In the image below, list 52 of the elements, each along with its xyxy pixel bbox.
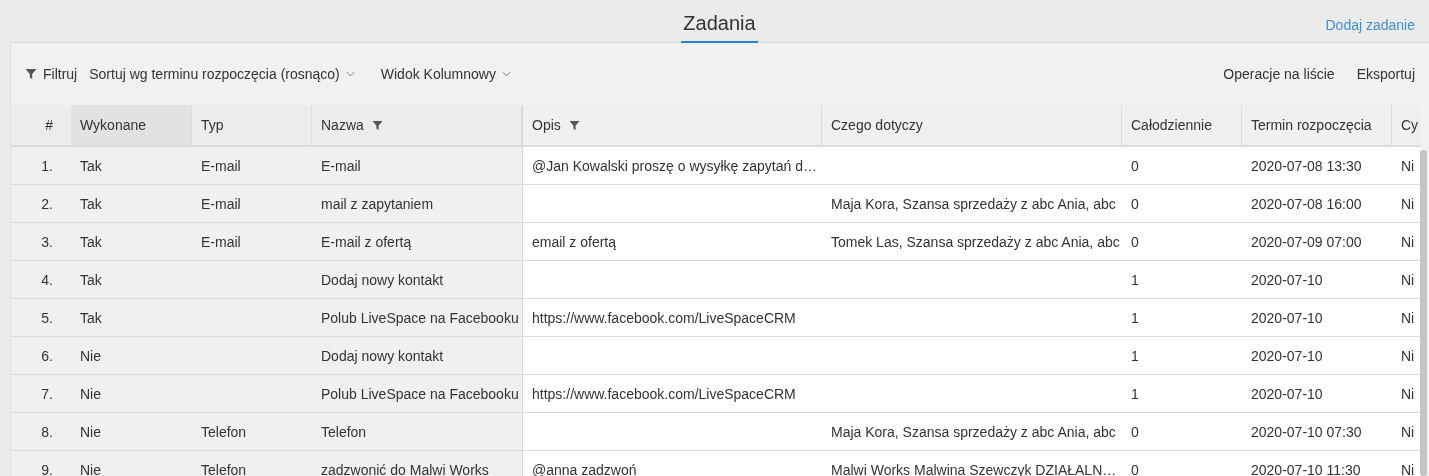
table-cell: 1: [1122, 375, 1242, 412]
table-cell: 2020-07-08 13:30: [1242, 147, 1392, 184]
export-button[interactable]: Eksportuj: [1356, 66, 1415, 82]
sort-dropdown[interactable]: Sortuj wg terminu rozpoczęcia (rosnąco): [89, 66, 355, 82]
table-cell: 2020-07-10: [1242, 261, 1392, 298]
table-cell: @Jan Kowalski proszę o wysyłkę zapytań d…: [522, 147, 822, 184]
table-cell: Ni: [1392, 375, 1421, 412]
table-cell: 2020-07-10: [1242, 337, 1392, 374]
column-header[interactable]: Cy: [1392, 105, 1421, 145]
table-cell: 0: [1122, 185, 1242, 222]
table-cell: Tomek Las, Szansa sprzedaży z abc Ania, abc: [822, 223, 1122, 260]
table-cell: 2020-07-10 11:30: [1242, 451, 1392, 476]
view-dropdown[interactable]: Widok Kolumnowy: [380, 66, 511, 82]
column-header[interactable]: Czego dotyczy: [822, 105, 1122, 145]
table-cell: Ni: [1392, 451, 1421, 476]
table-cell: 2020-07-09 07:00: [1242, 223, 1392, 260]
table-cell: 0: [1122, 223, 1242, 260]
table-cell: https://www.facebook.com/LiveSpaceCRM: [522, 375, 822, 412]
table-cell: email z ofertą: [522, 223, 822, 260]
table-cell: 2020-07-08 16:00: [1242, 185, 1392, 222]
table-cell: Ni: [1392, 413, 1421, 450]
table-cell: Ni: [1392, 147, 1421, 184]
table-cell: 2020-07-10: [1242, 375, 1392, 412]
table-cell: Ni: [1392, 299, 1421, 336]
table-cell: Ni: [1392, 185, 1421, 222]
column-header[interactable]: Opis: [522, 105, 822, 145]
table-cell: 1: [1122, 261, 1242, 298]
column-header[interactable]: Wykonane: [71, 105, 192, 145]
table-cell: 0: [1122, 413, 1242, 450]
table-cell: https://www.facebook.com/LiveSpaceCRM: [522, 299, 822, 336]
table-cell: 0: [1122, 147, 1242, 184]
table-cell: 0: [1122, 451, 1242, 476]
table-cell: Maja Kora, Szansa sprzedaży z abc Ania, abc: [822, 413, 1122, 450]
table-cell: 2020-07-10 07:30: [1242, 413, 1392, 450]
column-header[interactable]: Całodziennie: [1122, 105, 1242, 145]
table-cell: @anna zadzwoń: [522, 451, 822, 476]
table-cell: Ni: [1392, 223, 1421, 260]
table-cell: 1: [1122, 337, 1242, 374]
table-cell: Ni: [1392, 337, 1421, 374]
column-header[interactable]: Termin rozpoczęcia: [1242, 105, 1392, 145]
filter-icon: [371, 119, 383, 131]
list-operations-button[interactable]: Operacje na liście: [1223, 66, 1335, 82]
table-cell: Maja Kora, Szansa sprzedaży z abc Ania, abc: [822, 185, 1122, 222]
chevron-down-icon: [501, 71, 511, 77]
table-cell: 1: [1122, 299, 1242, 336]
chevron-down-icon: [345, 71, 355, 77]
scrollbar[interactable]: [1420, 150, 1427, 476]
filter-icon: [25, 68, 37, 80]
filter-button[interactable]: Filtruj: [25, 66, 78, 82]
filter-icon: [568, 119, 580, 131]
table-cell: Ni: [1392, 261, 1421, 298]
table-cell: 2020-07-10: [1242, 299, 1392, 336]
